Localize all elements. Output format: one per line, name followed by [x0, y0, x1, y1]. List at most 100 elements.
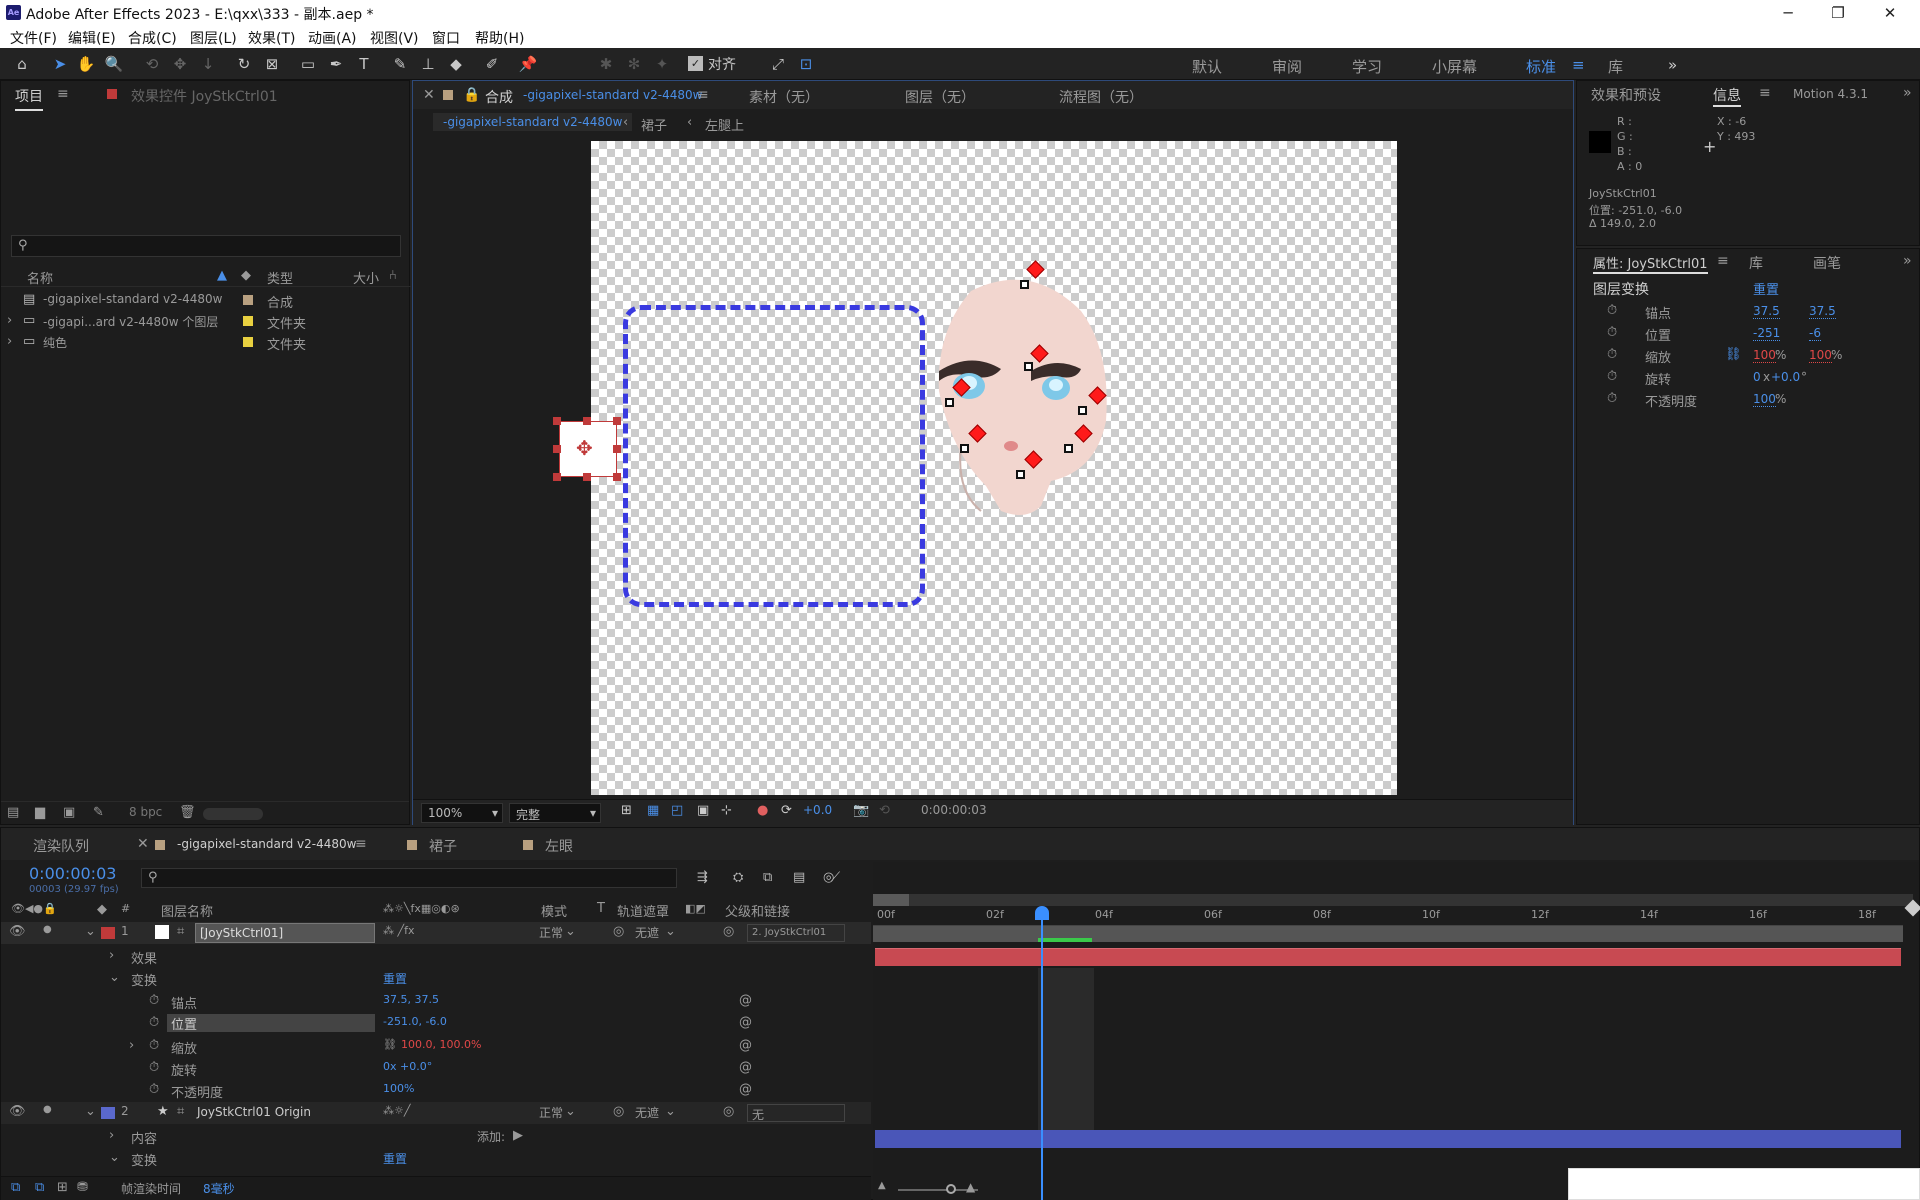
- chevron-right-icon[interactable]: ›: [109, 948, 114, 963]
- expression-pickwhip-icon[interactable]: @: [739, 1082, 752, 1097]
- mode-select[interactable]: 正常: [539, 1104, 563, 1121]
- col-size[interactable]: 大小: [353, 268, 379, 287]
- add-menu-icon[interactable]: ▶: [513, 1128, 523, 1143]
- layer-handle[interactable]: [553, 445, 561, 453]
- reset-button[interactable]: 重置: [383, 970, 407, 987]
- orbit-tool-icon[interactable]: ⟲: [142, 54, 162, 74]
- mask-visibility-icon[interactable]: ◰: [671, 803, 683, 818]
- layer-handle[interactable]: [583, 417, 591, 425]
- tab-effects-presets[interactable]: 效果和预设: [1591, 85, 1661, 105]
- timeline-timecode[interactable]: 0:00:00:03: [29, 864, 116, 883]
- property-row[interactable]: ⏱ 锚点 37.5, 37.5 @: [1, 990, 871, 1012]
- snap-icon[interactable]: ⤢: [768, 54, 788, 74]
- mode-select[interactable]: 正常: [539, 924, 563, 941]
- eye-icon[interactable]: 👁: [9, 924, 26, 939]
- layer-switches-toggle-icon[interactable]: ⧉: [35, 1180, 44, 1195]
- rotation-turns-value[interactable]: 0: [1753, 370, 1761, 384]
- stopwatch-icon[interactable]: ⏱: [149, 1082, 159, 1097]
- home-icon[interactable]: ⌂: [12, 54, 32, 74]
- more-workspaces-icon[interactable]: »: [1668, 56, 1677, 74]
- chevron-down-icon[interactable]: ⌄: [565, 1104, 576, 1119]
- region-of-interest-icon[interactable]: ▣: [697, 803, 709, 818]
- close-button[interactable]: ✕: [1870, 2, 1910, 24]
- comp-mini-icon[interactable]: ⧉: [11, 1180, 20, 1195]
- time-graph[interactable]: 00f 02f 04f 06f 08f 10f 12f 14f 16f 18f: [873, 862, 1920, 1200]
- puppet-handle[interactable]: [1016, 470, 1025, 479]
- expression-pickwhip-icon[interactable]: @: [739, 1015, 752, 1030]
- tab-project[interactable]: 项目: [15, 86, 43, 111]
- type-tool-icon[interactable]: T: [354, 54, 374, 74]
- zoom-tool-icon[interactable]: 🔍: [104, 54, 124, 74]
- stopwatch-icon[interactable]: ⏱: [149, 1060, 159, 1075]
- character-head-image[interactable]: [931, 271, 1121, 531]
- joystick-frame-shape[interactable]: [623, 305, 925, 607]
- list-item[interactable]: › ▭ -gigapi...ard v2-4480w 个图层 文件夹: [1, 310, 409, 332]
- transform-group[interactable]: ⌄ 变换 重置: [1, 1147, 871, 1169]
- tab-info[interactable]: 信息: [1713, 85, 1741, 107]
- tab-brushes[interactable]: 画笔: [1813, 253, 1841, 273]
- menu-help[interactable]: 帮助(H): [475, 28, 524, 48]
- col-name[interactable]: 名称: [27, 268, 53, 287]
- layer-switches-icon[interactable]: ⁂☼╱: [383, 1104, 410, 1117]
- stopwatch-icon[interactable]: ⏱: [1607, 347, 1617, 362]
- color-channels-icon[interactable]: ●: [757, 803, 768, 818]
- puppet-handle[interactable]: [945, 398, 954, 407]
- chevron-down-icon[interactable]: ⌄: [109, 1150, 120, 1165]
- clone-stamp-tool-icon[interactable]: ⊥: [418, 54, 438, 74]
- property-value[interactable]: 37.5, 37.5: [383, 993, 439, 1006]
- zoom-in-icon[interactable]: ▲: [966, 1180, 975, 1194]
- zoom-out-icon[interactable]: ▲: [878, 1180, 886, 1191]
- stopwatch-icon[interactable]: ⏱: [1607, 369, 1617, 384]
- property-row[interactable]: ⏱ 位置 -251.0, -6.0 @: [1, 1012, 871, 1034]
- layer-duration-bar[interactable]: [875, 948, 1901, 966]
- workspace-standard[interactable]: 标准: [1526, 56, 1556, 77]
- maximize-button[interactable]: ❐: [1818, 2, 1858, 24]
- comp-mini-flowchart-icon[interactable]: ⇶: [697, 870, 708, 885]
- position-y-value[interactable]: -6: [1809, 326, 1821, 341]
- menu-effect[interactable]: 效果(T): [248, 28, 295, 48]
- scale-x-value[interactable]: 100: [1753, 348, 1776, 363]
- work-area-bar[interactable]: [873, 894, 1913, 906]
- chevron-down-icon[interactable]: ⌄: [85, 1104, 96, 1119]
- effects-group[interactable]: › 效果: [1, 945, 871, 967]
- panel-menu-icon[interactable]: ≡: [1759, 85, 1771, 101]
- comp-tab-prefix[interactable]: 合成: [485, 87, 513, 107]
- puppet-pin-tool-icon[interactable]: 📌: [518, 54, 538, 74]
- parent-pickwhip-icon[interactable]: ◎: [723, 924, 734, 939]
- layer-handle[interactable]: [613, 417, 621, 425]
- transfer-controls-icon[interactable]: ⊞: [57, 1180, 68, 1195]
- pickwhip-icon[interactable]: ◎: [613, 1104, 624, 1119]
- tab-main-comp[interactable]: -gigapixel-standard v2-4480w: [177, 837, 356, 851]
- list-item[interactable]: › ▭ 纯色 文件夹: [1, 331, 409, 353]
- stopwatch-icon[interactable]: ⏱: [1607, 391, 1617, 406]
- track-matte-select[interactable]: 无遮: [635, 924, 659, 941]
- layer-handle[interactable]: [583, 473, 591, 481]
- opacity-value[interactable]: 100: [1753, 392, 1776, 407]
- expression-pickwhip-icon[interactable]: @: [739, 1038, 752, 1053]
- graph-editor-icon[interactable]: ⟋: [831, 870, 840, 885]
- draft-3d-icon[interactable]: ⛭: [733, 870, 743, 885]
- layer-switches-icon[interactable]: ⁂ ╱fx: [383, 924, 415, 937]
- hide-shy-layers-icon[interactable]: ⧉: [763, 870, 772, 885]
- tab-render-queue[interactable]: 渲染队列: [33, 836, 89, 856]
- pan-behind-tool-icon[interactable]: ⊠: [262, 54, 282, 74]
- rectangle-tool-icon[interactable]: ▭: [298, 54, 318, 74]
- chevron-down-icon[interactable]: ⌄: [565, 924, 576, 939]
- workspace-default[interactable]: 默认: [1192, 56, 1222, 77]
- puppet-handle[interactable]: [1020, 280, 1029, 289]
- flowchart-icon[interactable]: ⑃: [389, 268, 397, 283]
- anchor-x-value[interactable]: 37.5: [1753, 304, 1780, 319]
- hand-tool-icon[interactable]: ✋: [76, 54, 96, 74]
- puppet-handle[interactable]: [960, 444, 969, 453]
- roto-brush-tool-icon[interactable]: ✐: [482, 54, 502, 74]
- comp-timecode[interactable]: 0:00:00:03: [921, 803, 987, 817]
- align-checkbox[interactable]: ✓: [688, 56, 703, 71]
- layer-handle[interactable]: [613, 445, 621, 453]
- workspace-learn[interactable]: 学习: [1352, 56, 1382, 77]
- joystick-controller-layer[interactable]: ✥: [559, 421, 617, 477]
- pickwhip-icon[interactable]: ◎: [613, 924, 624, 939]
- comp-tab-name[interactable]: -gigapixel-standard v2-4480w: [523, 88, 702, 102]
- col-layer-name[interactable]: 图层名称: [161, 901, 213, 920]
- parent-select[interactable]: 无: [747, 1104, 845, 1122]
- timeline-zoom-slider[interactable]: ▲ ▲: [878, 1180, 1018, 1196]
